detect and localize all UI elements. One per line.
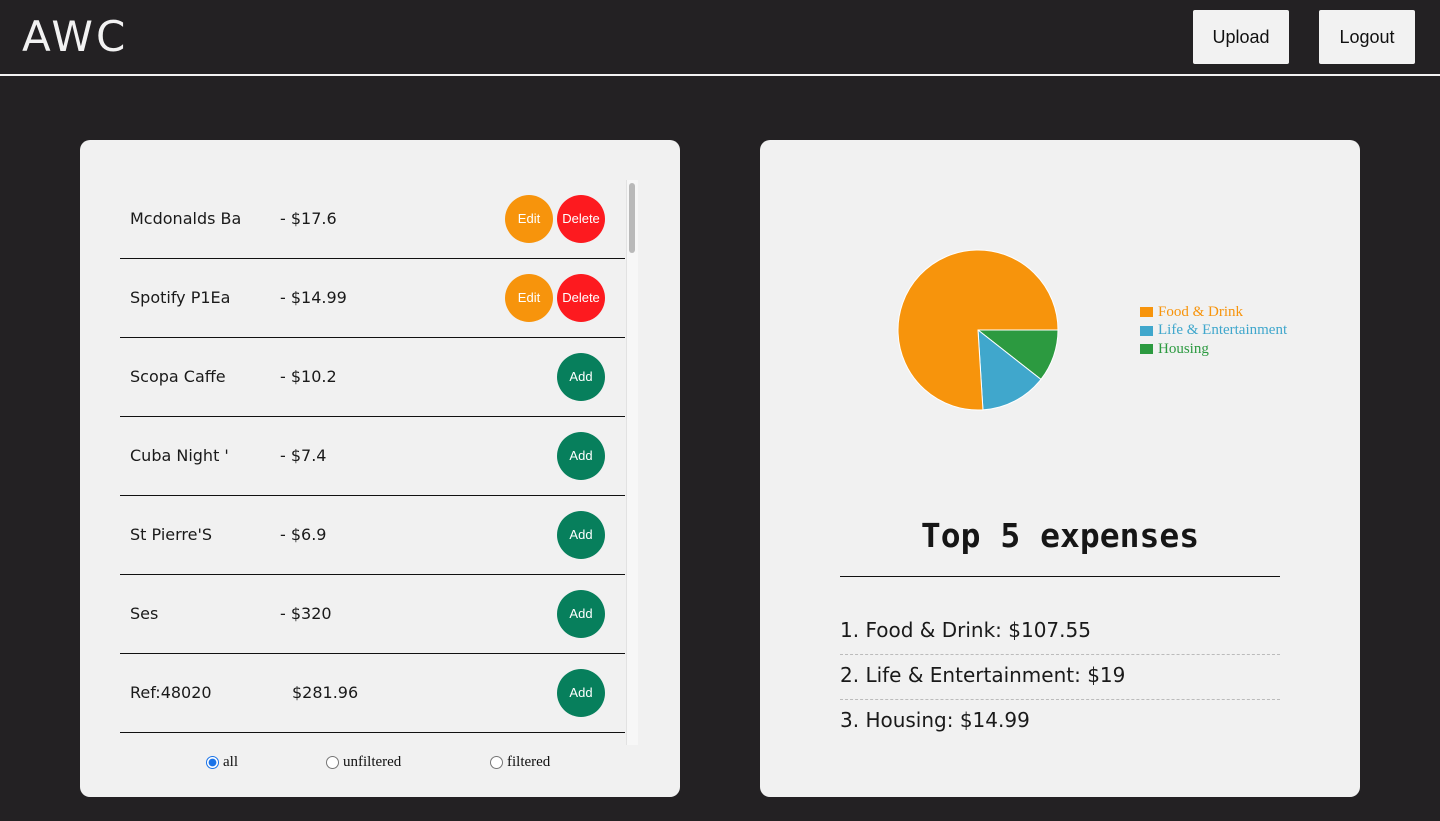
- transaction-amount: $281.96: [292, 683, 359, 702]
- edit-button[interactable]: Edit: [505, 274, 553, 322]
- transaction-row: Scopa Caffe - $10.2 Add: [120, 338, 625, 417]
- transaction-amount: - $320: [280, 604, 332, 623]
- summary-card: Food & Drink Life & Entertainment Housing …: [760, 140, 1360, 797]
- filter-filtered-label: filtered: [507, 754, 551, 770]
- transaction-name: Scopa Caffe: [130, 367, 226, 386]
- delete-button[interactable]: Delete: [557, 274, 605, 322]
- chart-legend: Food & Drink Life & Entertainment Housing: [1140, 303, 1287, 359]
- top-navbar: AWC Upload Logout: [0, 0, 1440, 76]
- legend-swatch: [1140, 344, 1153, 355]
- transaction-name: Cuba Night ': [130, 446, 229, 465]
- scrollbar-thumb[interactable]: [629, 183, 635, 253]
- logout-button[interactable]: Logout: [1319, 10, 1415, 64]
- filter-all-label: all: [223, 754, 238, 770]
- transaction-row: Mcdonalds Ba - $17.6 Edit Delete: [120, 180, 625, 259]
- legend-item: Life & Entertainment: [1140, 322, 1287, 341]
- transaction-amount: - $10.2: [280, 367, 337, 386]
- top-expense-item: 3. Housing: $14.99: [840, 708, 1030, 732]
- legend-label: Housing: [1158, 340, 1209, 357]
- filter-options: all unfiltered filtered: [80, 754, 680, 780]
- add-button[interactable]: Add: [557, 590, 605, 638]
- legend-swatch: [1140, 307, 1153, 318]
- transaction-name: St Pierre'S: [130, 525, 213, 544]
- transaction-row: Ses - $320 Add: [120, 575, 625, 654]
- transaction-amount: - $17.6: [280, 209, 337, 228]
- add-button[interactable]: Add: [557, 511, 605, 559]
- transaction-row: Ref:48020 $281.96 Add: [120, 654, 625, 733]
- legend-item: Food & Drink: [1140, 303, 1287, 322]
- transaction-name: Spotify P1Ea: [130, 288, 231, 307]
- add-button[interactable]: Add: [557, 669, 605, 717]
- filter-unfiltered-option[interactable]: unfiltered: [326, 754, 401, 771]
- filter-filtered-option[interactable]: filtered: [490, 754, 550, 771]
- legend-item: Housing: [1140, 340, 1287, 359]
- transactions-list[interactable]: Mcdonalds Ba - $17.6 Edit Delete Spotify P1E…: [120, 180, 625, 745]
- transaction-row: Spotify P1Ea - $14.99 Edit Delete: [120, 259, 625, 338]
- transaction-name: Ses: [130, 604, 159, 623]
- transaction-name: Ref:48020: [130, 683, 212, 702]
- add-button[interactable]: Add: [557, 353, 605, 401]
- top-expense-item: 2. Life & Entertainment: $19: [840, 655, 1280, 700]
- filter-filtered-radio[interactable]: [490, 756, 503, 769]
- filter-all-radio[interactable]: [206, 756, 219, 769]
- transaction-row: Cuba Night ' - $7.4 Add: [120, 417, 625, 496]
- transaction-amount: - $6.9: [280, 525, 327, 544]
- legend-swatch: [1140, 325, 1153, 336]
- title-divider: [840, 576, 1280, 577]
- transaction-name: Mcdonalds Ba: [130, 209, 242, 228]
- list-scrollbar[interactable]: [626, 180, 638, 745]
- edit-button[interactable]: Edit: [505, 195, 553, 243]
- delete-button[interactable]: Delete: [557, 195, 605, 243]
- top-expense-item: 1. Food & Drink: $107.55: [840, 610, 1280, 655]
- filter-unfiltered-label: unfiltered: [343, 754, 402, 770]
- transaction-row: [120, 733, 625, 745]
- top-expenses-title: Top 5 expenses: [920, 516, 1200, 555]
- top-expenses-list: 1. Food & Drink: $107.55 2. Life & Enter…: [840, 610, 1280, 745]
- legend-label: Food & Drink: [1158, 303, 1244, 320]
- transaction-amount: - $7.4: [280, 446, 327, 465]
- transaction-amount: - $14.99: [280, 288, 347, 307]
- filter-all-option[interactable]: all: [206, 754, 238, 771]
- add-button[interactable]: Add: [557, 432, 605, 480]
- transactions-card: Mcdonalds Ba - $17.6 Edit Delete Spotify P1E…: [80, 140, 680, 797]
- app-logo: AWC: [22, 12, 129, 61]
- transaction-row: St Pierre'S - $6.9 Add: [120, 496, 625, 575]
- upload-button[interactable]: Upload: [1193, 10, 1289, 64]
- legend-label: Life & Entertainment: [1158, 322, 1288, 339]
- filter-unfiltered-radio[interactable]: [326, 756, 339, 769]
